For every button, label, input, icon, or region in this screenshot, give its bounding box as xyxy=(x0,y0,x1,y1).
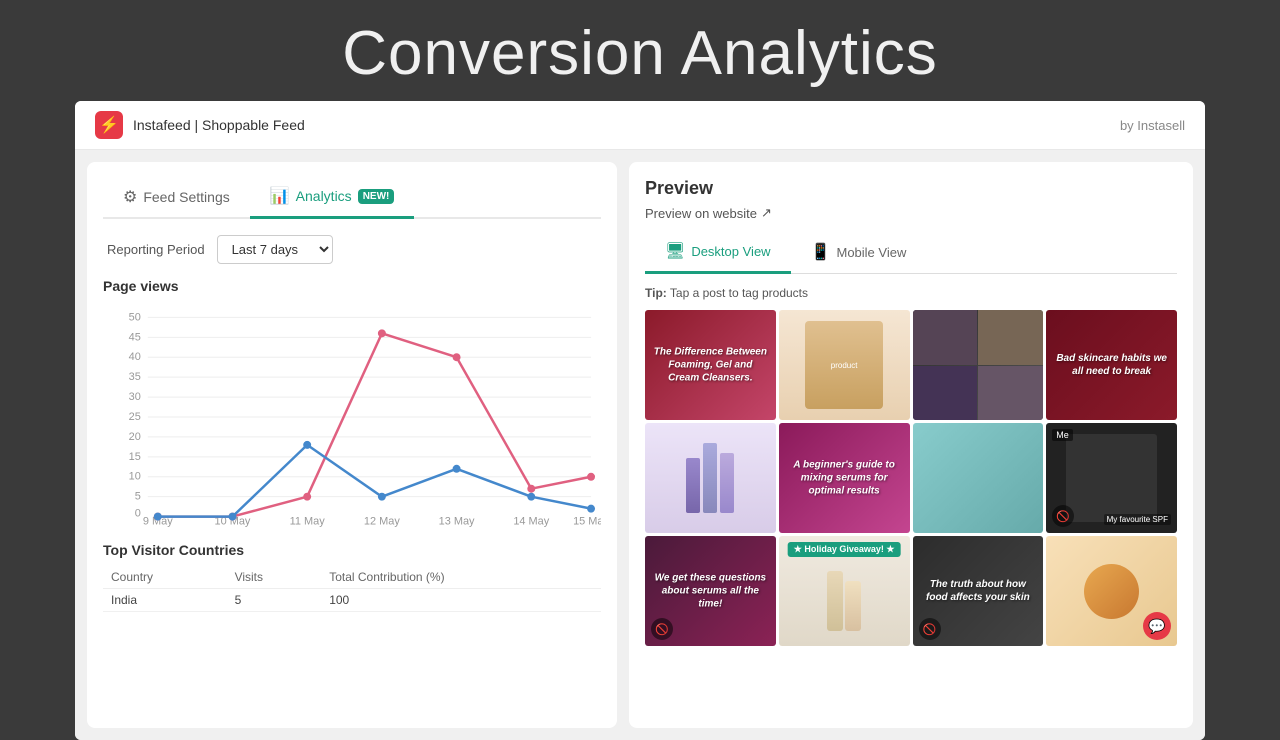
tab-feed-settings-label: Feed Settings xyxy=(143,189,229,205)
country-contribution: 100 xyxy=(321,589,601,612)
grid-item-12[interactable]: 💬 xyxy=(1046,536,1177,646)
left-panel: ⚙ Feed Settings 📊 Analytics NEW! Reporti… xyxy=(87,162,617,728)
tab-analytics-label: Analytics xyxy=(296,188,352,204)
col-visits: Visits xyxy=(227,566,322,589)
settings-icon: ⚙ xyxy=(123,187,137,207)
instagram-grid: The Difference Between Foaming, Gel and … xyxy=(645,310,1177,646)
grid-item-11[interactable]: The truth about how food affects your sk… xyxy=(913,536,1044,646)
chart-icon: 📊 xyxy=(270,186,290,206)
svg-text:13 May: 13 May xyxy=(439,516,475,528)
chat-bubble[interactable]: 💬 xyxy=(1143,612,1171,640)
preview-website-link[interactable]: Preview on website ↗ xyxy=(645,205,1177,221)
grid-item-1[interactable]: The Difference Between Foaming, Gel and … xyxy=(645,310,776,420)
svg-text:15: 15 xyxy=(129,451,141,463)
countries-section: Top Visitor Countries Country Visits Tot… xyxy=(103,542,601,612)
app-icon: ⚡ xyxy=(95,111,123,139)
tab-desktop[interactable]: 🖥 Desktop View xyxy=(645,233,791,274)
svg-text:20: 20 xyxy=(129,431,141,443)
hidden-icon-11: 🚫 xyxy=(919,618,941,640)
col-country: Country xyxy=(103,566,227,589)
tip-content: Tap a post to tag products xyxy=(670,286,808,300)
holiday-badge: ★ Holiday Giveaway! ★ xyxy=(788,542,901,557)
page-views-title: Page views xyxy=(103,278,601,294)
tabs-container: ⚙ Feed Settings 📊 Analytics NEW! xyxy=(103,178,601,219)
tab-desktop-label: Desktop View xyxy=(691,244,770,259)
chart-area: 50 45 40 35 30 25 20 15 10 5 0 9 May 10 … xyxy=(103,302,601,532)
grid-text-6: A beginner's guide to mixing serums for … xyxy=(785,459,903,498)
preview-title: Preview xyxy=(645,178,1177,199)
by-instasell: by Instasell xyxy=(1120,118,1185,133)
tip-label: Tip: xyxy=(645,286,667,300)
col-contribution: Total Contribution (%) xyxy=(321,566,601,589)
tip-text: Tip: Tap a post to tag products xyxy=(645,286,1177,300)
svg-text:12 May: 12 May xyxy=(364,516,400,528)
svg-text:35: 35 xyxy=(129,371,141,383)
view-tabs: 🖥 Desktop View 📱 Mobile View xyxy=(645,233,1177,274)
hidden-icon-9: 🚫 xyxy=(651,618,673,640)
external-link-icon: ↗ xyxy=(761,205,772,221)
svg-text:45: 45 xyxy=(129,331,141,343)
top-bar-left: ⚡ Instafeed | Shoppable Feed xyxy=(95,111,305,139)
lightning-icon: ⚡ xyxy=(99,115,119,135)
svg-text:25: 25 xyxy=(129,411,141,423)
grid-item-7[interactable] xyxy=(913,423,1044,533)
svg-text:5: 5 xyxy=(135,491,141,503)
main-content: ⚙ Feed Settings 📊 Analytics NEW! Reporti… xyxy=(75,150,1205,740)
new-badge: NEW! xyxy=(358,189,395,204)
svg-text:30: 30 xyxy=(129,391,141,403)
tab-mobile-label: Mobile View xyxy=(836,245,906,260)
grid-item-9[interactable]: We get these questions about serums all … xyxy=(645,536,776,646)
svg-text:15 May: 15 May xyxy=(573,516,601,528)
grid-item-6[interactable]: A beginner's guide to mixing serums for … xyxy=(779,423,910,533)
tab-mobile[interactable]: 📱 Mobile View xyxy=(791,233,927,273)
right-panel: Preview Preview on website ↗ 🖥 Desktop V… xyxy=(629,162,1193,728)
page-title: Conversion Analytics xyxy=(0,18,1280,89)
grid-item-2[interactable]: product xyxy=(779,310,910,420)
grid-item-3[interactable] xyxy=(913,310,1044,420)
grid-text-11: The truth about how food affects your sk… xyxy=(919,578,1037,604)
svg-text:10: 10 xyxy=(129,471,141,483)
reporting-label: Reporting Period xyxy=(107,242,205,257)
svg-text:14 May: 14 May xyxy=(513,516,549,528)
grid-item-10[interactable]: ★ Holiday Giveaway! ★ xyxy=(779,536,910,646)
grid-text-4: Bad skincare habits we all need to break xyxy=(1053,352,1171,378)
preview-website-text: Preview on website xyxy=(645,206,757,221)
country-visits: 5 xyxy=(227,589,322,612)
me-label: Me xyxy=(1052,429,1073,441)
mobile-icon: 📱 xyxy=(811,242,831,262)
svg-text:0: 0 xyxy=(135,508,141,520)
grid-item-5[interactable] xyxy=(645,423,776,533)
app-window: ⚡ Instafeed | Shoppable Feed by Instasel… xyxy=(75,101,1205,740)
countries-title: Top Visitor Countries xyxy=(103,542,601,558)
svg-text:40: 40 xyxy=(129,351,141,363)
countries-table: Country Visits Total Contribution (%) In… xyxy=(103,566,601,612)
app-name: Instafeed | Shoppable Feed xyxy=(133,117,305,133)
grid-text-1: The Difference Between Foaming, Gel and … xyxy=(652,346,770,385)
page-title-area: Conversion Analytics xyxy=(0,0,1280,101)
grid-item-4[interactable]: Bad skincare habits we all need to break xyxy=(1046,310,1177,420)
grid-text-9: We get these questions about serums all … xyxy=(652,572,770,611)
page-views-chart: 50 45 40 35 30 25 20 15 10 5 0 9 May 10 … xyxy=(103,302,601,532)
country-name: India xyxy=(103,589,227,612)
svg-text:11 May: 11 May xyxy=(290,516,326,528)
table-row: India 5 100 xyxy=(103,589,601,612)
grid-item-8[interactable]: 🚫 Me My favourite SPF xyxy=(1046,423,1177,533)
period-select[interactable]: Last 7 days Last 30 days Last 90 days xyxy=(217,235,333,264)
top-bar: ⚡ Instafeed | Shoppable Feed by Instasel… xyxy=(75,101,1205,150)
reporting-section: Reporting Period Last 7 days Last 30 day… xyxy=(103,235,601,264)
tab-feed-settings[interactable]: ⚙ Feed Settings xyxy=(103,179,250,217)
spf-label: My favourite SPF xyxy=(1104,514,1171,525)
desktop-icon: 🖥 xyxy=(665,241,685,261)
svg-text:50: 50 xyxy=(129,311,141,323)
tab-analytics[interactable]: 📊 Analytics NEW! xyxy=(250,178,415,219)
